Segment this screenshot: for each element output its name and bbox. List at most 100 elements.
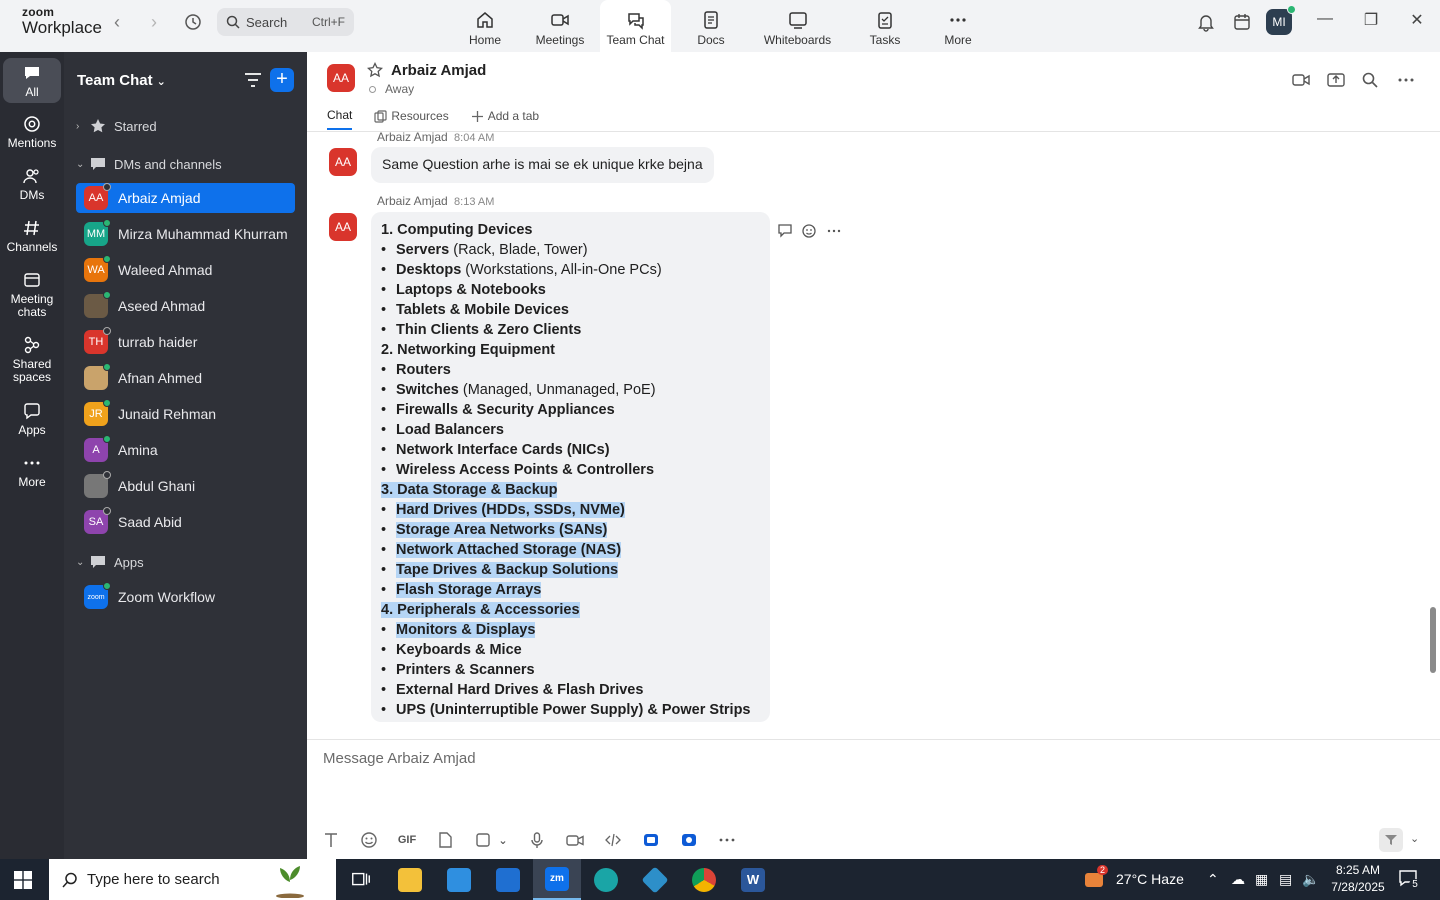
- contact-item[interactable]: TH turrab haider: [76, 327, 295, 357]
- tab-add-a-tab[interactable]: Add a tab: [471, 108, 539, 130]
- taskbar-search[interactable]: Type here to search: [49, 859, 336, 900]
- forward-arrow-icon[interactable]: ›: [151, 12, 157, 33]
- tab-docs[interactable]: Docs: [686, 0, 736, 52]
- app-integration-icon[interactable]: [679, 830, 699, 850]
- security-icon[interactable]: ▦: [1255, 871, 1268, 888]
- minimize-window-icon[interactable]: —: [1313, 10, 1337, 28]
- rail-mentions[interactable]: Mentions: [3, 115, 61, 150]
- task-view-icon[interactable]: [337, 859, 385, 900]
- message-scrollbar[interactable]: [1430, 607, 1436, 673]
- filter-icon[interactable]: [244, 72, 262, 88]
- contact-item[interactable]: WA Waleed Ahmad: [76, 255, 295, 285]
- video-call-icon[interactable]: [1292, 71, 1310, 89]
- sender-avatar[interactable]: AA: [329, 213, 357, 241]
- system-clock[interactable]: 8:25 AM 7/28/2025: [1330, 862, 1386, 896]
- chrome-browser-icon[interactable]: [680, 859, 728, 900]
- tab-chat[interactable]: Chat: [327, 108, 353, 130]
- rail-shared-spaces[interactable]: Shared spaces: [3, 336, 61, 384]
- emoji-icon[interactable]: [359, 830, 379, 850]
- contact-item[interactable]: Afnan Ahmed: [76, 363, 295, 393]
- chevron-up-icon[interactable]: ⌃: [1207, 871, 1219, 888]
- code-snippet-icon[interactable]: [603, 830, 623, 850]
- message-input[interactable]: Message Arbaiz Amjad: [323, 750, 476, 767]
- vscode-like-app-icon[interactable]: [631, 859, 679, 900]
- tab-more[interactable]: More: [938, 0, 978, 52]
- add-new-button[interactable]: +: [270, 68, 294, 92]
- reply-icon[interactable]: [777, 222, 795, 240]
- bullet-icon: •: [381, 282, 387, 298]
- message-list[interactable]: Arbaiz Amjad 8:04 AM AA Same Question ar…: [307, 132, 1427, 740]
- share-screen-icon[interactable]: [1327, 71, 1345, 89]
- send-icon[interactable]: [1379, 828, 1403, 852]
- user-avatar[interactable]: MI: [1266, 5, 1296, 35]
- section-starred[interactable]: › Starred: [76, 118, 157, 134]
- video-message-icon[interactable]: [565, 830, 585, 850]
- rail-channels[interactable]: Channels: [3, 219, 61, 254]
- tab-home[interactable]: Home: [460, 0, 510, 52]
- rail-dms[interactable]: DMs: [3, 167, 61, 202]
- contact-item[interactable]: Aseed Ahmad: [76, 291, 295, 321]
- back-arrow-icon[interactable]: ‹: [114, 12, 120, 33]
- left-rail: All Mentions DMs Channels Meeting chats …: [0, 52, 64, 859]
- message-bubble[interactable]: Same Question arhe is mai se ek unique k…: [371, 147, 714, 183]
- app-integration-icon[interactable]: [641, 830, 661, 850]
- message-bubble[interactable]: 1. Computing Devices • Servers (Rack, Blad…: [371, 212, 770, 722]
- contact-item[interactable]: A Amina: [76, 435, 295, 465]
- file-attach-icon[interactable]: [435, 830, 455, 850]
- emoji-reaction-icon[interactable]: [801, 222, 819, 240]
- message-more-icon[interactable]: [825, 222, 843, 240]
- windows-start-icon[interactable]: [13, 870, 33, 890]
- bell-icon[interactable]: [1196, 12, 1216, 32]
- file-explorer-icon[interactable]: [386, 859, 434, 900]
- section-dms-and-channels[interactable]: ⌄ DMs and channels: [76, 156, 222, 172]
- contact-avatar[interactable]: AA: [327, 64, 355, 92]
- mail-icon[interactable]: [484, 859, 532, 900]
- more-tools-icon[interactable]: [717, 830, 737, 850]
- contact-item[interactable]: JR Junaid Rehman: [76, 399, 295, 429]
- section-apps[interactable]: ⌄ Apps: [76, 554, 144, 570]
- tab-meetings[interactable]: Meetings: [530, 0, 590, 52]
- sender-avatar[interactable]: AA: [329, 148, 357, 176]
- rail-meeting-chats[interactable]: Meeting chats: [3, 271, 61, 319]
- rail-apps[interactable]: Apps: [3, 402, 61, 437]
- search-icon[interactable]: [1361, 71, 1379, 89]
- calendar-icon[interactable]: [1232, 12, 1252, 32]
- text-format-icon[interactable]: [321, 830, 341, 850]
- restore-window-icon[interactable]: ❐: [1359, 10, 1383, 30]
- message-list-line: • Monitors & Displays: [381, 622, 536, 638]
- send-options-chevron-icon[interactable]: ⌄: [1410, 832, 1419, 845]
- tab-resources[interactable]: Resources: [374, 108, 449, 130]
- microphone-icon[interactable]: [527, 830, 547, 850]
- onedrive-icon[interactable]: ☁: [1231, 871, 1245, 888]
- network-icon[interactable]: ▤: [1279, 871, 1292, 888]
- more-options-icon[interactable]: [1397, 71, 1415, 89]
- contact-item[interactable]: AA Arbaiz Amjad: [76, 183, 295, 213]
- contact-item[interactable]: MM Mirza Muhammad Khurram: [76, 219, 295, 249]
- contact-item[interactable]: SA Saad Abid: [76, 507, 295, 537]
- rail-all[interactable]: All: [3, 58, 61, 103]
- rail-more[interactable]: More: [3, 454, 61, 489]
- chevron-down-icon[interactable]: ⌄: [497, 830, 509, 850]
- contact-item[interactable]: Abdul Ghani: [76, 471, 295, 501]
- weather-text[interactable]: 27°C Haze: [1116, 871, 1184, 887]
- star-outline-icon[interactable]: [367, 62, 383, 78]
- tab-whiteboards[interactable]: Whiteboards: [759, 0, 836, 52]
- history-icon[interactable]: [183, 12, 203, 32]
- screenshot-icon[interactable]: [473, 830, 493, 850]
- tab-tasks[interactable]: Tasks: [861, 0, 909, 52]
- volume-icon[interactable]: 🔈: [1302, 871, 1319, 888]
- weather-icon[interactable]: 2: [1085, 865, 1109, 888]
- windows-taskbar: Type here to search zm W 2 27°C Haze ⌃ ☁…: [0, 859, 1440, 900]
- tab-team-chat[interactable]: Team Chat: [600, 0, 671, 52]
- zoom-app-icon[interactable]: zm: [533, 859, 581, 900]
- microsoft-store-icon[interactable]: [435, 859, 483, 900]
- notification-center-icon[interactable]: 5: [1398, 868, 1421, 891]
- gif-icon[interactable]: GIF: [397, 830, 417, 850]
- global-search[interactable]: Search Ctrl+F: [217, 8, 354, 36]
- edge-browser-icon[interactable]: [582, 859, 630, 900]
- word-app-icon[interactable]: W: [729, 859, 777, 900]
- close-window-icon[interactable]: ✕: [1405, 10, 1429, 30]
- contact-name[interactable]: Arbaiz Amjad: [391, 62, 486, 79]
- team-chat-title[interactable]: Team Chat ⌄: [77, 72, 166, 89]
- app-item-zoom-workflow[interactable]: zoom Zoom Workflow: [76, 582, 295, 612]
